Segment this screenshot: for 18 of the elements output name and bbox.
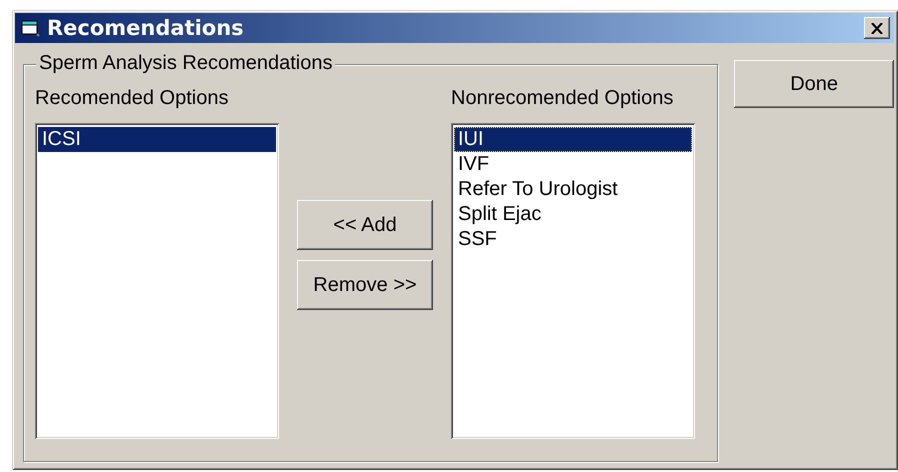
list-item[interactable]: SSF xyxy=(454,227,692,252)
list-item[interactable]: ICSI xyxy=(38,127,276,152)
group-title: Sperm Analysis Recomendations xyxy=(36,52,336,75)
window-icon xyxy=(21,19,41,37)
list-box[interactable]: ICSI xyxy=(35,123,279,439)
list-label: Nonrecomended Options xyxy=(451,87,674,111)
list-label: Recomended Options xyxy=(35,87,230,111)
list-box[interactable]: IUI IVF Refer To Urologist Split Ejac SSF xyxy=(451,123,695,439)
list-item[interactable]: Refer To Urologist xyxy=(454,177,692,202)
list-item[interactable]: IVF xyxy=(454,152,692,177)
done-button[interactable]: Done xyxy=(734,60,894,108)
remove-button[interactable]: Remove >> xyxy=(297,260,433,310)
list-item[interactable]: IUI xyxy=(454,127,692,152)
list-item[interactable]: Split Ejac xyxy=(454,202,692,227)
add-button[interactable]: << Add xyxy=(297,200,433,250)
window-title: Recomendations xyxy=(47,16,245,40)
close-button[interactable] xyxy=(864,17,890,39)
close-icon xyxy=(871,22,883,34)
